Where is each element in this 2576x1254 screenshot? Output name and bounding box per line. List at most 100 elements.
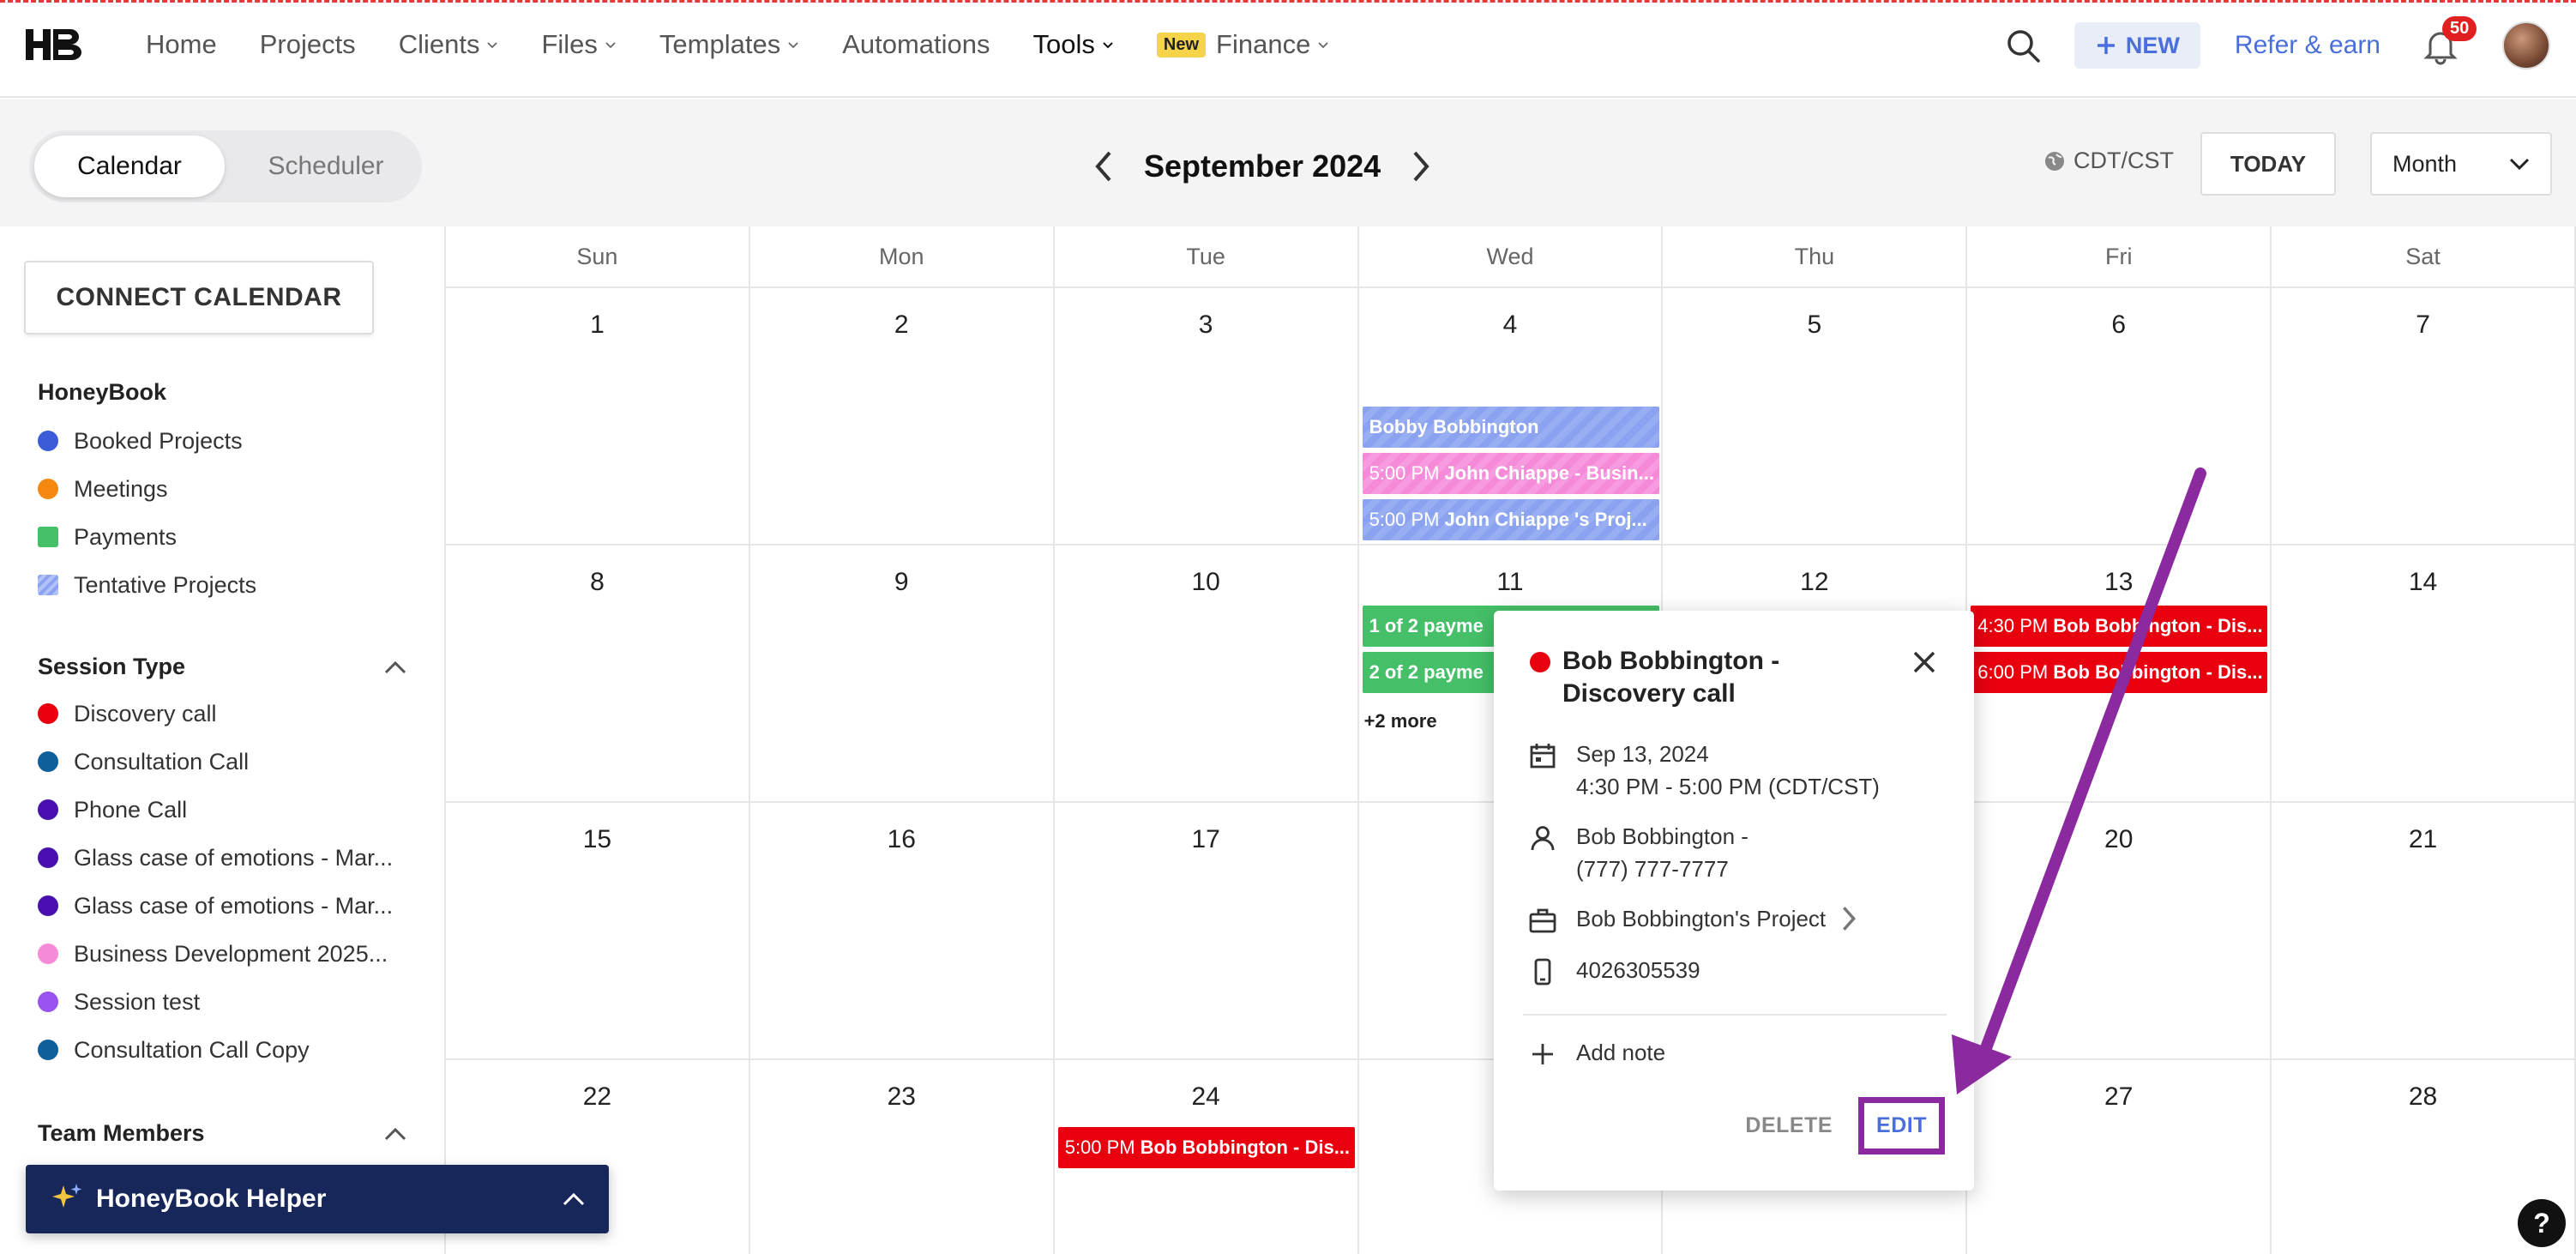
calendar-event[interactable]: 5:00 PM John Chiappe 's Proj... — [1362, 499, 1659, 540]
calendar-event[interactable]: 4:30 PM Bob Bobbington - Dis... — [1971, 606, 2268, 647]
legend-glass-case-2[interactable]: Glass case of emotions - Mar... — [38, 889, 398, 923]
nav-clients[interactable]: Clients — [399, 29, 499, 60]
phone-icon — [1534, 958, 1551, 986]
legend-session-test[interactable]: Session test — [38, 985, 398, 1019]
today-button[interactable]: TODAY — [2200, 132, 2336, 196]
day-cell[interactable]: 17 — [1055, 803, 1359, 1058]
globe-icon — [2045, 151, 2064, 171]
close-icon[interactable] — [1911, 648, 1938, 676]
date-number: 9 — [894, 568, 909, 596]
week-row: 1 2 3 4 Bobby Bobbington 5:00 PM John Chi… — [446, 288, 2576, 546]
legend-color-dot — [38, 703, 58, 724]
add-note-button[interactable]: Add note — [1528, 1036, 1665, 1069]
nav-projects[interactable]: Projects — [260, 29, 356, 60]
notification-count-badge: 50 — [2442, 16, 2477, 41]
legend-consultation-call-copy[interactable]: Consultation Call Copy — [38, 1033, 398, 1067]
day-cell[interactable]: 7 — [2272, 288, 2576, 544]
new-badge: New — [1156, 32, 1207, 57]
event-datetime-row: Sep 13, 2024 4:30 PM - 5:00 PM (CDT/CST) — [1528, 738, 1880, 803]
day-cell[interactable]: 3 — [1055, 288, 1359, 544]
nav-files[interactable]: Files — [541, 29, 616, 60]
weekday-label: Sun — [446, 226, 750, 286]
day-cell[interactable]: 6 — [1967, 288, 2272, 544]
chevron-down-icon — [605, 42, 616, 49]
top-navigation: Home Projects Clients Files Templates Au… — [0, 0, 2576, 98]
chevron-up-icon[interactable] — [384, 660, 406, 674]
date-number: 1 — [590, 310, 605, 339]
timezone-selector[interactable]: CDT/CST — [2044, 148, 2174, 174]
connect-calendar-button[interactable]: CONNECT CALENDAR — [24, 261, 374, 335]
legend-tentative-projects[interactable]: Tentative Projects — [38, 568, 398, 602]
chevron-up-icon[interactable] — [384, 1127, 406, 1141]
day-cell[interactable]: 2 — [750, 288, 1055, 544]
legend-business-development[interactable]: Business Development 2025... — [38, 937, 398, 971]
chevron-left-icon[interactable] — [1089, 148, 1118, 185]
weekday-label: Wed — [1359, 226, 1664, 286]
legend-phone-call[interactable]: Phone Call — [38, 793, 398, 827]
refer-earn-link[interactable]: Refer & earn — [2235, 31, 2380, 60]
more-events-link[interactable]: +2 more — [1364, 710, 1437, 733]
chevron-right-icon — [1843, 907, 1857, 931]
calendar-event[interactable]: Bobby Bobbington — [1362, 407, 1659, 448]
calendar-event[interactable]: 6:00 PM Bob Bobbington - Dis... — [1971, 652, 2268, 693]
honeybook-helper-bar[interactable]: HoneyBook Helper — [26, 1165, 609, 1233]
nav-actions: NEW Refer & earn 50 — [2004, 16, 2550, 70]
honeybook-logo[interactable] — [24, 26, 86, 63]
day-cell[interactable]: 15 — [446, 803, 750, 1058]
delete-button[interactable]: DELETE — [1745, 1113, 1833, 1138]
plus-icon — [1532, 1044, 1553, 1064]
legend-meetings[interactable]: Meetings — [38, 472, 398, 506]
honeybook-section-title: HoneyBook — [38, 379, 167, 405]
month-navigator: September 2024 — [1089, 139, 1435, 194]
person-icon — [1531, 826, 1555, 851]
nav-finance[interactable]: New Finance — [1156, 29, 1329, 60]
nav-home[interactable]: Home — [146, 29, 217, 60]
legend-payments[interactable]: Payments — [38, 520, 398, 554]
view-dropdown[interactable]: Month — [2370, 132, 2552, 196]
nav-templates[interactable]: Templates — [659, 29, 799, 60]
day-cell[interactable]: 9 — [750, 546, 1055, 801]
chevron-down-icon — [1318, 42, 1328, 49]
event-details-popover: Bob Bobbington - Discovery call Sep 13, … — [1494, 611, 1974, 1191]
main-menu: Home Projects Clients Files Templates Au… — [146, 26, 1329, 63]
help-button[interactable]: ? — [2518, 1199, 2566, 1247]
legend-discovery-call[interactable]: Discovery call — [38, 696, 398, 731]
legend-consultation-call[interactable]: Consultation Call — [38, 745, 398, 779]
nav-automations[interactable]: Automations — [842, 29, 990, 60]
day-cell[interactable]: 4 Bobby Bobbington 5:00 PM John Chiappe -… — [1359, 288, 1664, 544]
legend-color-dot — [38, 431, 58, 451]
new-button[interactable]: NEW — [2073, 22, 2200, 69]
notifications-button[interactable]: 50 — [2420, 16, 2477, 66]
sparkle-icon — [52, 1184, 82, 1208]
day-cell[interactable]: 1 — [446, 288, 750, 544]
legend-glass-case-1[interactable]: Glass case of emotions - Mar... — [38, 841, 398, 875]
day-cell[interactable]: 5 — [1663, 288, 1968, 544]
tab-scheduler[interactable]: Scheduler — [235, 136, 417, 197]
day-cell[interactable]: 27 — [1967, 1060, 2272, 1254]
edit-button[interactable]: EDIT — [1858, 1097, 1945, 1155]
tab-calendar[interactable]: Calendar — [34, 136, 225, 197]
day-cell[interactable]: 23 — [750, 1060, 1055, 1254]
search-icon[interactable] — [2004, 27, 2042, 64]
user-avatar[interactable] — [2502, 21, 2550, 69]
day-cell[interactable]: 14 — [2272, 546, 2576, 801]
day-cell[interactable]: 16 — [750, 803, 1055, 1058]
day-cell[interactable]: 13 4:30 PM Bob Bobbington - Dis... 6:00 P… — [1967, 546, 2272, 801]
day-cell[interactable]: 10 — [1055, 546, 1359, 801]
chevron-right-icon[interactable] — [1406, 148, 1435, 185]
day-cell[interactable]: 24 5:00 PM Bob Bobbington - Dis... — [1055, 1060, 1359, 1254]
legend-color-square — [38, 527, 58, 547]
day-cell[interactable]: 21 — [2272, 803, 2576, 1058]
date-number: 28 — [2408, 1082, 2438, 1111]
calendar-event[interactable]: 5:00 PM John Chiappe - Busin... — [1362, 453, 1659, 494]
event-project-link[interactable]: Bob Bobbington's Project — [1528, 902, 1863, 935]
calendar-event[interactable]: 5:00 PM Bob Bobbington - Dis... — [1057, 1127, 1355, 1168]
session-color-dot — [1530, 652, 1550, 672]
legend-booked-projects[interactable]: Booked Projects — [38, 424, 398, 458]
day-cell[interactable]: 8 — [446, 546, 750, 801]
chevron-down-icon — [1103, 42, 1113, 49]
nav-tools[interactable]: Tools — [1033, 29, 1114, 60]
day-cell[interactable]: 20 — [1967, 803, 2272, 1058]
date-number: 24 — [1191, 1082, 1220, 1111]
calendar-sidebar: CONNECT CALENDAR HoneyBook Booked Projec… — [0, 226, 446, 1254]
